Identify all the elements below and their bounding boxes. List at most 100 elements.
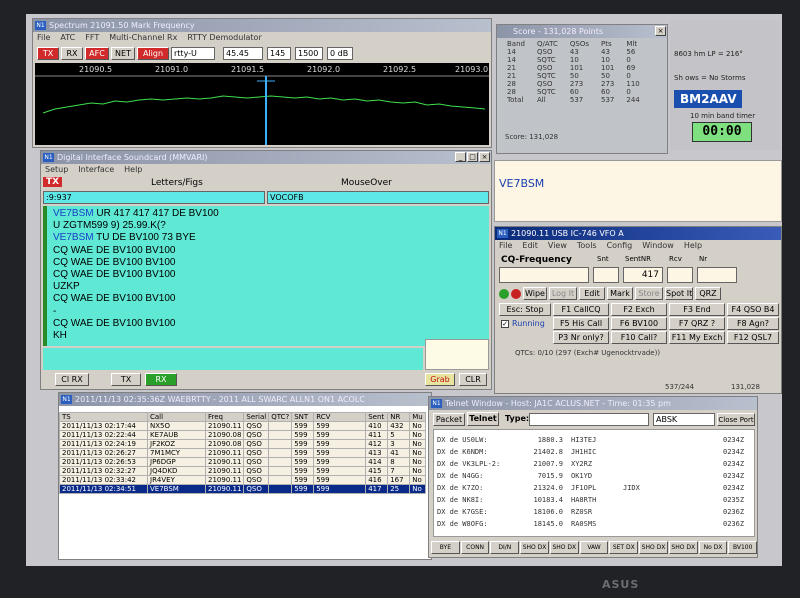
bv100-button[interactable]: BV100	[728, 541, 757, 554]
fkey-f1[interactable]: F1 CallCQ	[553, 303, 609, 316]
column-header[interactable]: Mu	[409, 412, 426, 422]
fkey-f4[interactable]: F4 QSO B4	[727, 303, 779, 316]
column-header[interactable]: RCV	[313, 412, 367, 422]
fkey-f6[interactable]: F6 BV100	[611, 317, 667, 330]
conn-button[interactable]: CONN	[460, 541, 490, 554]
snt-input[interactable]	[593, 267, 619, 283]
rx-text-area[interactable]: VE7BSM UR 417 417 417 DE BV100 U ZGTM599…	[43, 206, 489, 346]
fkey-f8[interactable]: F8 Agn?	[727, 317, 779, 330]
column-header[interactable]: QTC?	[268, 412, 293, 422]
baud-select[interactable]: 45.45	[223, 47, 263, 60]
callsign-input[interactable]	[499, 267, 589, 283]
fkey-f9[interactable]: P3 Nr only?	[553, 331, 609, 344]
freq-field-2[interactable]: 1500	[295, 47, 323, 60]
spot-line[interactable]: DX de US0LW: 1880.3 HI3TEJ 0234Z	[437, 434, 751, 446]
menu-file[interactable]: File	[499, 240, 512, 251]
menu-interface[interactable]: Interface	[78, 164, 114, 175]
grab-button[interactable]: Grab	[425, 373, 455, 386]
din-button[interactable]: DI/N	[490, 541, 520, 554]
store-button[interactable]: Store	[635, 287, 663, 300]
column-header[interactable]: Sent	[365, 412, 389, 422]
close-icon[interactable]: ×	[655, 26, 666, 36]
running-checkbox[interactable]: ✓ Running	[501, 319, 545, 328]
sentnr-input[interactable]: 417	[623, 267, 663, 283]
freq-field-1[interactable]: 145	[267, 47, 291, 60]
spot-line[interactable]: DX de K7GSE: 18106.0 RZ0SR 0236Z	[437, 506, 751, 518]
bye-button[interactable]: BYE	[431, 541, 460, 554]
table-row[interactable]: 2011/11/13 02:26:27 7M1MCY 21090.11 QSO 599 5…	[59, 448, 426, 458]
fkey-f2[interactable]: F2 Exch	[611, 303, 667, 316]
afc-button[interactable]: AFC	[85, 47, 109, 60]
fkey-f7[interactable]: F7 QRZ ?	[669, 317, 725, 330]
clear-rx-button[interactable]: Cl RX	[55, 373, 89, 386]
net-button[interactable]: NET	[111, 47, 135, 60]
menu-atc[interactable]: ATC	[60, 32, 75, 43]
qrz-button[interactable]: QRZ	[695, 287, 721, 300]
nr-input[interactable]	[697, 267, 737, 283]
spot-line[interactable]: DX de K7ZO: 21324.0 JF1OPL JIDX 0234Z	[437, 482, 751, 494]
tab-telnet[interactable]: Telnet	[467, 412, 499, 426]
tx-mode-button[interactable]: TX	[111, 373, 141, 386]
log-titlebar[interactable]: N1 2011/11/13 02:35:36Z WAEBRTTY - 2011 …	[59, 393, 431, 406]
menu-help[interactable]: Help	[684, 240, 702, 251]
table-row[interactable]: 2011/11/13 02:26:53 JP6DGP 21090.11 QSO 599 5…	[59, 457, 426, 467]
menu-view[interactable]: View	[548, 240, 567, 251]
table-row[interactable]: 2011/11/13 02:32:27 JQ4DKD 21090.11 QSO 599 5…	[59, 466, 426, 476]
table-row-selected[interactable]: 2011/11/13 02:34:51 VE7BSM 21090.11 QSO 599 5…	[59, 484, 426, 494]
column-header[interactable]: Serial	[243, 412, 270, 422]
rcv-input[interactable]	[667, 267, 693, 283]
set-dx-button[interactable]: SET DX	[609, 541, 639, 554]
column-header[interactable]: NR	[387, 412, 411, 422]
fkey-esc[interactable]: Esc: Stop	[499, 303, 551, 316]
column-header[interactable]: TS	[59, 412, 148, 422]
no-dx-button[interactable]: No DX	[698, 541, 728, 554]
table-row[interactable]: 2011/11/13 02:22:44 KE7AUB 21090.08 QSO 599 5…	[59, 430, 426, 440]
telnet-titlebar[interactable]: N1 Telnet Window - Host: JA1C ACLUS.NET …	[429, 397, 757, 410]
wipe-button[interactable]: Wipe	[523, 287, 547, 300]
rx-callsign[interactable]: VE7BSM	[53, 232, 94, 243]
fkey-f5[interactable]: F5 His Call	[553, 317, 609, 330]
menu-rtty-demod[interactable]: RTTY Demodulator	[187, 32, 261, 43]
fkey-f10[interactable]: F10 Call?	[611, 331, 667, 344]
soundcard-titlebar[interactable]: N1 Digital Interface Soundcard (MMVARI) …	[41, 151, 491, 164]
menu-multi-channel[interactable]: Multi-Channel Rx	[109, 32, 177, 43]
freq-field-3[interactable]: 0 dB	[327, 47, 353, 60]
menu-tools[interactable]: Tools	[577, 240, 597, 251]
spot-line[interactable]: DX de N4GG: 7015.9 OK1YD 0234Z	[437, 470, 751, 482]
align-button[interactable]: Align	[137, 47, 169, 60]
spectrum-titlebar[interactable]: N1 Spectrum 21091.50 Mark Frequency	[33, 19, 491, 32]
maximize-icon[interactable]: □	[467, 152, 478, 162]
menu-fft[interactable]: FFT	[85, 32, 99, 43]
column-header[interactable]: SNT	[291, 412, 315, 422]
sho-dx-button[interactable]: SHO DX	[520, 541, 549, 554]
spot-line[interactable]: DX de NK8I: 10183.4 HA8RTH 0235Z	[437, 494, 751, 506]
menu-config[interactable]: Config	[607, 240, 633, 251]
score-titlebar[interactable]: Score - 131,028 Points ×	[497, 25, 667, 38]
close-icon[interactable]: ×	[479, 152, 490, 162]
rx-callsign[interactable]: VE7BSM	[53, 208, 94, 219]
sho-dx-button[interactable]: SHO DX	[639, 541, 668, 554]
menu-help[interactable]: Help	[124, 164, 142, 175]
tab-packet[interactable]: Packet	[433, 413, 465, 426]
menu-file[interactable]: File	[37, 32, 50, 43]
log-it-button[interactable]: Log It	[549, 287, 577, 300]
menu-setup[interactable]: Setup	[45, 164, 68, 175]
close-port-button[interactable]: Close Port	[717, 413, 755, 426]
spot-line[interactable]: DX de K6NDM: 21402.8 JH1HIC 0234Z	[437, 446, 751, 458]
table-row[interactable]: 2011/11/13 02:17:44 NX5O 21090.11 QSO 599 599…	[59, 421, 426, 431]
command-input[interactable]	[529, 413, 649, 426]
mode-select[interactable]: rtty-U	[171, 47, 215, 60]
menu-window[interactable]: Window	[642, 240, 674, 251]
entry-titlebar[interactable]: N1 21090.11 USB IC-746 VFO A	[495, 227, 781, 240]
table-row[interactable]: 2011/11/13 02:24:19 JF2KOZ 21090.08 QSO 599 5…	[59, 439, 426, 449]
minimize-icon[interactable]: _	[455, 152, 466, 162]
spot-it-button[interactable]: Spot It	[665, 287, 693, 300]
decode-field-right[interactable]: VOCOFB	[267, 191, 489, 204]
spot-line[interactable]: DX de VK3LPL-2: 21007.9 XY2RZ 0234Z	[437, 458, 751, 470]
spot-list[interactable]: DX de US0LW: 1880.3 HI3TEJ 0234Z DX de K6ND…	[433, 429, 755, 537]
column-header[interactable]: Freq	[204, 412, 245, 422]
spectrum-display[interactable]: 21090.5 21091.0 21091.5 21092.0 21092.5 …	[35, 63, 489, 145]
sho-dx-button[interactable]: SHO DX	[549, 541, 579, 554]
menu-edit[interactable]: Edit	[522, 240, 538, 251]
band-select[interactable]: ABSK	[653, 413, 715, 426]
